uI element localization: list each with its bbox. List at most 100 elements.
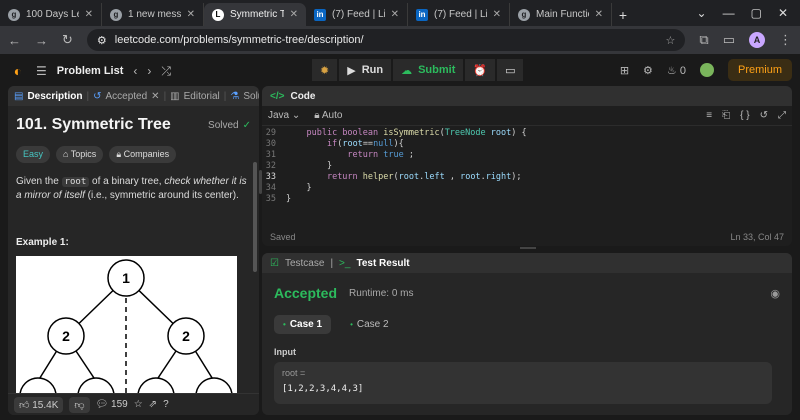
prev-problem-icon[interactable]: ‹ xyxy=(133,64,137,78)
share-icon[interactable]: ⇗ xyxy=(149,399,157,410)
topics-tag[interactable]: ⌂ Topics xyxy=(56,146,104,163)
back-icon[interactable]: ← xyxy=(8,33,21,48)
code-line[interactable]: 35} xyxy=(262,194,792,205)
debug-button[interactable]: ✹ xyxy=(312,59,338,81)
menu-icon[interactable]: ⋮ xyxy=(779,32,792,48)
user-avatar[interactable] xyxy=(699,63,714,77)
example-tree-image: 1 2 2 xyxy=(16,256,237,396)
dislike-button[interactable]: 👎︎ xyxy=(69,396,90,413)
help-icon[interactable]: ? xyxy=(163,399,169,410)
reset-icon[interactable]: ↺ xyxy=(760,110,768,121)
test-tabs: ☑ Testcase | >_ Test Result xyxy=(262,253,792,273)
timer-button[interactable]: ⏰ xyxy=(465,59,496,81)
comments-button[interactable]: 💬︎ 159 xyxy=(96,399,128,410)
tab-description[interactable]: Description xyxy=(27,91,82,102)
tab-testcase[interactable]: Testcase xyxy=(285,258,324,269)
eye-icon[interactable]: ◉ xyxy=(770,287,780,300)
code-editor[interactable]: 29 public boolean isSymmetric(TreeNode r… xyxy=(262,126,792,205)
tab-close-icon[interactable]: ✕ xyxy=(290,9,298,20)
forward-icon[interactable]: → xyxy=(35,33,48,48)
fullscreen-icon[interactable]: ⤢ xyxy=(778,110,786,121)
close-tab-icon[interactable]: ✕ xyxy=(151,91,159,102)
line-number: 31 xyxy=(265,150,276,160)
companies-tag[interactable]: 🔒︎ Companies xyxy=(109,146,177,163)
settings-gear-icon[interactable]: ⚙ xyxy=(643,64,653,77)
bookmark-icon[interactable]: ⎗ xyxy=(722,110,730,121)
streak-counter[interactable]: ♨ 0 xyxy=(667,64,686,77)
browser-tab[interactable]: L Symmetric Tree - L ✕ xyxy=(204,3,306,26)
run-button[interactable]: ▶ Run xyxy=(339,59,392,81)
tab-close-icon[interactable]: ✕ xyxy=(85,9,93,20)
sidebar-icon[interactable]: ▭ xyxy=(723,32,735,48)
lock-icon: 🔒︎ xyxy=(314,110,322,121)
site-info-icon[interactable]: ⚙ xyxy=(97,34,107,47)
bookmark-star-icon[interactable]: ☆ xyxy=(666,34,676,47)
shuffle-icon[interactable]: ⤮ xyxy=(161,64,171,79)
case-1-tab[interactable]: • Case 1 xyxy=(274,315,332,334)
input-param-value: [1,2,2,3,4,4,3] xyxy=(282,384,364,394)
editor-status: Saved Ln 33, Col 47 xyxy=(262,232,792,242)
browser-tab-title: Main Function: Int xyxy=(536,9,589,20)
minimize-icon[interactable]: — xyxy=(723,6,735,20)
code-line[interactable]: 32 } xyxy=(262,161,792,172)
desc-text: Given the xyxy=(16,176,62,187)
chevron-down-icon[interactable]: ⌄ xyxy=(697,6,707,20)
tab-close-icon[interactable]: ✕ xyxy=(595,9,603,20)
premium-button[interactable]: Premium xyxy=(727,59,792,81)
tab-accepted[interactable]: Accepted xyxy=(105,91,147,102)
horizontal-resize-handle[interactable] xyxy=(520,247,536,249)
tab-test-result[interactable]: Test Result xyxy=(356,258,409,269)
tree-diagram: 1 2 2 xyxy=(19,259,233,396)
code-token: root xyxy=(460,172,481,182)
braces-icon[interactable]: { } xyxy=(740,110,749,121)
next-problem-icon[interactable]: › xyxy=(147,64,151,78)
reload-icon[interactable]: ↻ xyxy=(62,32,73,48)
browser-tab[interactable]: g 100 Days LeetCode ✕ xyxy=(0,3,102,26)
example-heading: Example 1: xyxy=(16,237,69,248)
maximize-icon[interactable]: ▢ xyxy=(751,6,762,20)
code-line[interactable]: 34 } xyxy=(262,183,792,194)
tab-divider: | xyxy=(330,257,334,269)
address-bar[interactable]: ⚙ leetcode.com/problems/symmetric-tree/d… xyxy=(86,29,686,51)
case-2-tab[interactable]: • Case 2 xyxy=(341,315,398,334)
language-selector[interactable]: Java ⌄ xyxy=(268,110,300,121)
tab-close-icon[interactable]: ✕ xyxy=(187,9,195,20)
desc-text: of a binary tree, xyxy=(89,176,165,187)
tab-close-icon[interactable]: ✕ xyxy=(391,9,399,20)
code-line[interactable]: 33 return helper(root. left , root. right)… xyxy=(262,172,792,183)
autocomplete-toggle[interactable]: 🔒︎ Auto xyxy=(314,110,342,121)
notes-button[interactable]: ▭ xyxy=(497,59,524,81)
problem-list-link[interactable]: Problem List xyxy=(57,65,124,77)
case-label: Case 2 xyxy=(356,319,389,330)
profile-avatar[interactable]: A xyxy=(749,32,765,48)
code-line[interactable]: 30 if(root == null){ xyxy=(262,139,792,150)
description-scrollbar[interactable] xyxy=(253,162,257,272)
new-tab-icon[interactable]: + xyxy=(612,3,634,26)
code-line[interactable]: 31 return true ; xyxy=(262,150,792,161)
tab-editorial[interactable]: Editorial xyxy=(184,91,220,102)
like-button[interactable]: 👍︎ 15.4K xyxy=(14,396,64,413)
browser-tab[interactable]: in (7) Feed | LinkedIn ✕ xyxy=(408,3,510,26)
tab-close-icon[interactable]: ✕ xyxy=(493,9,501,20)
alarm-icon: ⏰ xyxy=(473,64,488,77)
list-icon[interactable]: ☰ xyxy=(36,64,47,78)
browser-tab[interactable]: in (7) Feed | LinkedIn ✕ xyxy=(306,3,408,26)
browser-tab[interactable]: g Main Function: Int ✕ xyxy=(510,3,612,26)
code-token: isSymmetric xyxy=(383,128,440,138)
problem-title[interactable]: 101. Symmetric Tree xyxy=(16,116,171,134)
leetcode-logo-icon[interactable]: ◐ xyxy=(10,63,26,79)
code-line[interactable]: 29 public boolean isSymmetric(TreeNode r… xyxy=(262,128,792,139)
code-token: public xyxy=(306,128,343,138)
browser-tab[interactable]: g 1 new message ✕ xyxy=(102,3,204,26)
close-icon[interactable]: ✕ xyxy=(778,6,788,20)
topics-label: Topics xyxy=(70,149,97,159)
tab-solutions[interactable]: Solutio xyxy=(243,91,259,102)
code-header: </> Code xyxy=(262,86,792,106)
inline-code: root xyxy=(61,177,90,187)
extensions-icon[interactable]: ⧉ xyxy=(699,32,708,48)
layout-icon[interactable]: ⊞ xyxy=(620,64,629,77)
code-token: helper xyxy=(362,172,394,182)
star-icon[interactable]: ☆ xyxy=(134,399,143,410)
submit-button[interactable]: ☁ Submit xyxy=(393,59,464,81)
format-icon[interactable]: ≡ xyxy=(706,110,712,121)
